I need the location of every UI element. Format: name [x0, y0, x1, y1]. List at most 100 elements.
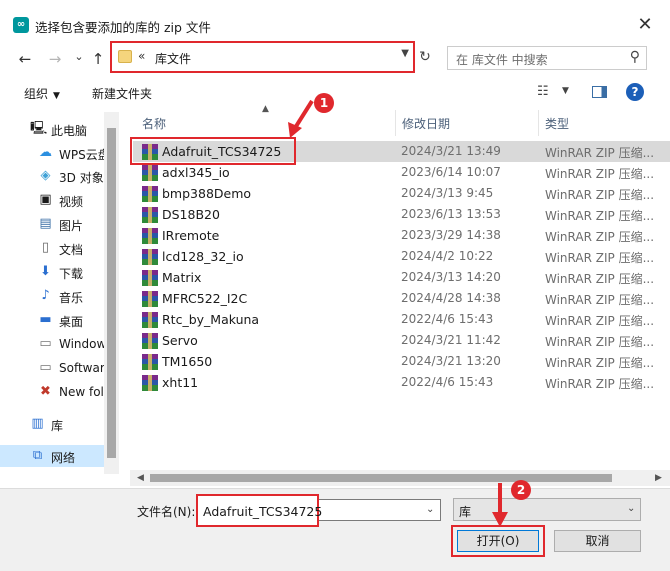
command-toolbar: 组织 ▼ 新建文件夹: [0, 78, 670, 108]
cube-icon: ◈: [40, 168, 51, 183]
chevron-down-icon[interactable]: ▼: [401, 48, 409, 59]
sidebar-item-music[interactable]: ♪ 音乐: [0, 285, 104, 307]
winrar-zip-icon: [142, 333, 158, 349]
sidebar-item-label: WPS云盘: [59, 148, 110, 162]
cloud-icon: ☁: [39, 145, 52, 160]
column-header-date[interactable]: 修改日期: [402, 115, 450, 132]
open-button[interactable]: 打开(O): [457, 530, 539, 552]
organize-label: 组织: [24, 87, 49, 101]
search-input[interactable]: 在 库文件 中搜索 ⚲: [447, 46, 647, 70]
file-modified-date: 2022/4/6 15:43: [401, 312, 494, 326]
view-mode-icon[interactable]: ☷: [537, 84, 549, 99]
filename-label: 文件名(N):: [137, 505, 196, 519]
sidebar-item-label: Softwar: [59, 361, 105, 375]
sidebar-item-windows-drive[interactable]: ▭ Window: [0, 333, 107, 355]
column-header-type[interactable]: 类型: [545, 115, 569, 132]
file-type: WinRAR ZIP 压缩...: [545, 356, 655, 370]
search-icon[interactable]: ⚲: [630, 49, 640, 65]
breadcrumb[interactable]: 库文件: [155, 50, 191, 67]
desktop-icon: ▬: [39, 312, 52, 327]
file-modified-date: 2022/4/6 15:43: [401, 375, 494, 389]
sidebar-item-label: Window: [59, 337, 107, 351]
help-icon[interactable]: ?: [626, 83, 644, 101]
file-name: xht11: [162, 375, 199, 390]
file-type: WinRAR ZIP 压缩...: [545, 293, 655, 307]
column-divider[interactable]: [395, 110, 396, 136]
file-row[interactable]: Rtc_by_Makuna 2022/4/6 15:43 WinRAR ZIP 压缩…: [133, 309, 670, 330]
search-placeholder: 在 库文件 中搜索: [456, 53, 548, 67]
sidebar-item-software-drive[interactable]: ▭ Softwar: [0, 357, 104, 379]
sidebar-item-downloads[interactable]: ⬇ 下载: [0, 261, 104, 283]
sidebar-item-label: 3D 对象: [59, 171, 104, 185]
filename-field-extension[interactable]: [318, 499, 441, 521]
winrar-zip-icon: [142, 165, 158, 181]
sidebar-item-desktop[interactable]: ▬ 桌面: [0, 309, 104, 331]
scroll-left-icon[interactable]: ◀: [137, 473, 144, 483]
sidebar-item-documents[interactable]: ▯ 文档: [0, 237, 104, 259]
new-folder-button[interactable]: 新建文件夹: [92, 85, 152, 102]
file-row[interactable]: IRremote 2023/3/29 14:38 WinRAR ZIP 压缩...: [133, 225, 670, 246]
sidebar-item-libraries[interactable]: ▥ 库: [0, 413, 104, 435]
close-icon[interactable]: ✕: [632, 12, 658, 38]
forward-arrow-icon[interactable]: →: [44, 48, 66, 70]
organize-button[interactable]: 组织 ▼: [24, 85, 60, 102]
scrollbar-thumb[interactable]: [107, 128, 116, 458]
file-row[interactable]: adxl345_io 2023/6/14 10:07 WinRAR ZIP 压缩..…: [133, 162, 670, 183]
drive-icon: ✖: [40, 384, 51, 399]
file-row[interactable]: Matrix 2024/3/13 14:20 WinRAR ZIP 压缩...: [133, 267, 670, 288]
file-name: Matrix: [162, 270, 202, 285]
file-modified-date: 2023/6/13 13:53: [401, 207, 501, 221]
file-row[interactable]: DS18B20 2023/6/13 13:53 WinRAR ZIP 压缩...: [133, 204, 670, 225]
file-name: Rtc_by_Makuna: [162, 312, 260, 327]
scrollbar-thumb[interactable]: [150, 474, 612, 482]
sidebar-item-label: 下载: [59, 267, 84, 281]
file-modified-date: 2023/3/29 14:38: [401, 228, 501, 242]
file-name: IRremote: [162, 228, 220, 243]
scroll-right-icon[interactable]: ▶: [655, 473, 662, 483]
file-modified-date: 2023/6/14 10:07: [401, 165, 501, 179]
filename-field[interactable]: Adafruit_TCS34725: [196, 494, 322, 527]
chevron-down-icon[interactable]: ⌄: [426, 504, 434, 515]
file-type: WinRAR ZIP 压缩...: [545, 251, 655, 265]
sidebar-item-label: 桌面: [59, 315, 84, 329]
file-row[interactable]: TM1650 2024/3/21 13:20 WinRAR ZIP 压缩...: [133, 351, 670, 372]
column-header-name[interactable]: 名称: [142, 115, 166, 132]
chevron-down-icon[interactable]: ⌄: [627, 503, 635, 514]
file-modified-date: 2024/3/21 11:42: [401, 333, 501, 347]
file-type: WinRAR ZIP 压缩...: [545, 272, 655, 286]
sidebar-item-3d-objects[interactable]: ◈ 3D 对象: [0, 165, 104, 187]
winrar-zip-icon: [142, 270, 158, 286]
file-row[interactable]: bmp388Demo 2024/3/13 9:45 WinRAR ZIP 压缩...: [133, 183, 670, 204]
file-type: WinRAR ZIP 压缩...: [545, 167, 655, 181]
sidebar-item-label: New fol: [59, 385, 104, 399]
file-name: bmp388Demo: [162, 186, 252, 201]
sidebar-item-pictures[interactable]: ▤ 图片: [0, 213, 104, 235]
sidebar-item-new-folder-drive[interactable]: ✖ New fol: [0, 381, 104, 403]
chevron-down-icon: ▼: [53, 91, 60, 101]
folder-icon: [118, 50, 132, 63]
cancel-button[interactable]: 取消: [554, 530, 641, 552]
file-row[interactable]: Servo 2024/3/21 11:42 WinRAR ZIP 压缩...: [133, 330, 670, 351]
column-divider[interactable]: [538, 110, 539, 136]
file-row[interactable]: xht11 2022/4/6 15:43 WinRAR ZIP 压缩...: [133, 372, 670, 393]
address-bar[interactable]: « 库文件 ▼: [110, 41, 415, 73]
picture-icon: ▤: [39, 216, 52, 231]
breadcrumb-overflow-icon[interactable]: «: [138, 49, 145, 63]
sidebar-item-videos[interactable]: ▣ 视频: [0, 189, 104, 211]
sidebar-item-network[interactable]: ⧉ 网络: [0, 445, 104, 467]
refresh-icon[interactable]: ↻: [416, 48, 434, 66]
preview-pane-icon[interactable]: [592, 86, 607, 98]
sidebar-item-label: 视频: [59, 195, 84, 209]
sidebar-item-wps-cloud[interactable]: ☁ WPS云盘: [0, 142, 110, 164]
file-name: adxl345_io: [162, 165, 230, 180]
document-icon: ▯: [41, 240, 50, 255]
file-row[interactable]: MFRC522_I2C 2024/4/28 14:38 WinRAR ZIP 压缩.…: [133, 288, 670, 309]
back-arrow-icon[interactable]: ←: [14, 48, 36, 70]
computer-icon: 🖳: [30, 121, 48, 136]
file-type-filter-select[interactable]: 库: [453, 498, 641, 521]
sidebar-item-this-pc[interactable]: 🖳 此电脑: [0, 118, 104, 140]
chevron-down-icon[interactable]: ▼: [562, 86, 569, 96]
file-row[interactable]: lcd128_32_io 2024/4/2 10:22 WinRAR ZIP 压缩.…: [133, 246, 670, 267]
file-type: WinRAR ZIP 压缩...: [545, 377, 655, 391]
up-arrow-icon[interactable]: ↑: [87, 48, 109, 70]
